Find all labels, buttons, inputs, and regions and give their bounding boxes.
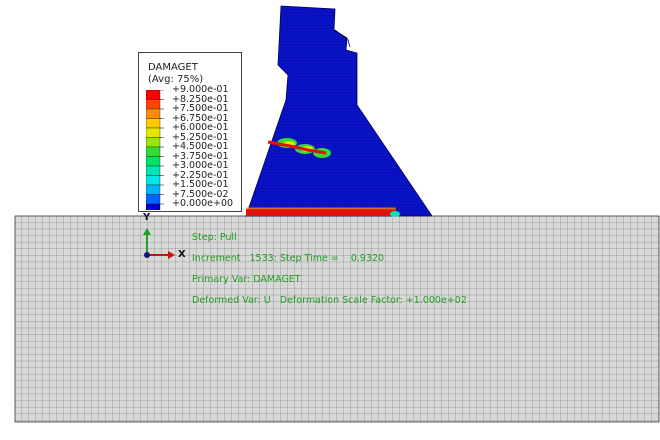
legend-swatch — [146, 118, 161, 129]
legend-swatch — [146, 90, 161, 100]
base-damage-band — [246, 209, 396, 216]
triad-origin — [144, 252, 150, 258]
triad-x-label: X — [178, 249, 186, 260]
legend-color-bar — [146, 90, 164, 210]
legend-swatch — [146, 99, 161, 110]
info-increment: Increment 1533: Step Time = 0.9320 — [192, 252, 385, 264]
legend-swatch — [146, 165, 161, 176]
legend-swatch — [146, 108, 161, 119]
dam-body — [245, 5, 433, 217]
legend-swatch — [146, 146, 161, 157]
model-viewport[interactable] — [0, 0, 660, 440]
legend-title: DAMAGET — [148, 62, 198, 73]
base-damage-spot — [390, 211, 400, 217]
legend-swatch — [146, 127, 161, 138]
legend-swatch — [146, 156, 161, 167]
legend-swatch — [146, 137, 161, 148]
legend-swatch — [146, 184, 161, 195]
analysis-info: Step: Pull Increment 1533: Step Time = 0… — [192, 222, 467, 317]
info-primary-var: Primary Var: DAMAGET — [192, 273, 301, 285]
base-damage-fringe — [246, 207, 396, 210]
legend-labels: +9.000e-01 +8.250e-01 +7.500e-01 +6.750e-01… — [172, 85, 233, 209]
info-deformed-var: Deformed Var: U Deformation Scale Factor… — [192, 294, 467, 306]
info-step: Step: Pull — [192, 231, 237, 243]
legend-swatch — [146, 194, 161, 205]
triad-y-label: Y — [143, 212, 151, 223]
legend-swatch — [146, 203, 161, 210]
legend-swatch — [146, 175, 161, 186]
legend-label: +0.000e+00 — [172, 198, 234, 209]
